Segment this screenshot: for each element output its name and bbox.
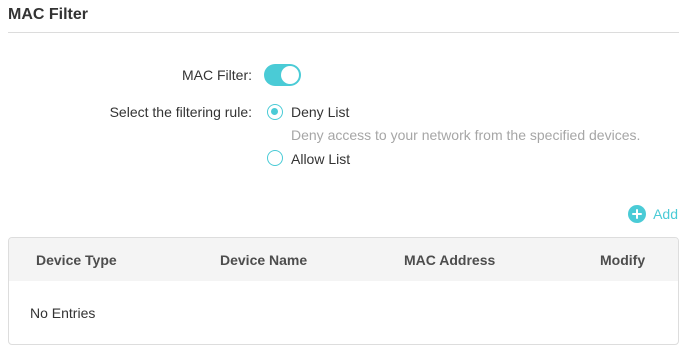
table-header: Device Type Device Name MAC Address Modi… [9,238,678,281]
mac-filter-toggle[interactable] [264,64,301,86]
filtering-rule-label: Select the filtering rule: [109,104,252,120]
column-header-mac-address: MAC Address [404,252,496,268]
deny-list-radio[interactable] [267,104,283,120]
mac-filter-page: MAC Filter MAC Filter: Select the filter… [0,0,688,351]
no-entries-text: No Entries [30,305,96,321]
column-header-device-name: Device Name [220,252,308,268]
allow-list-radio[interactable] [267,150,283,166]
allow-list-label[interactable]: Allow List [291,150,350,168]
device-table: Device Type Device Name MAC Address Modi… [8,237,679,345]
toggle-knob [281,66,299,84]
title-divider [8,32,679,33]
page-title: MAC Filter [8,6,88,23]
plus-circle-icon [628,205,647,223]
deny-list-label[interactable]: Deny List [291,103,349,121]
mac-filter-label: MAC Filter: [182,67,252,83]
deny-list-description: Deny access to your network from the spe… [291,127,641,143]
column-header-modify: Modify [600,252,646,268]
column-header-device-type: Device Type [36,252,117,268]
add-label: Add [653,206,678,222]
add-button[interactable]: Add [628,204,678,224]
